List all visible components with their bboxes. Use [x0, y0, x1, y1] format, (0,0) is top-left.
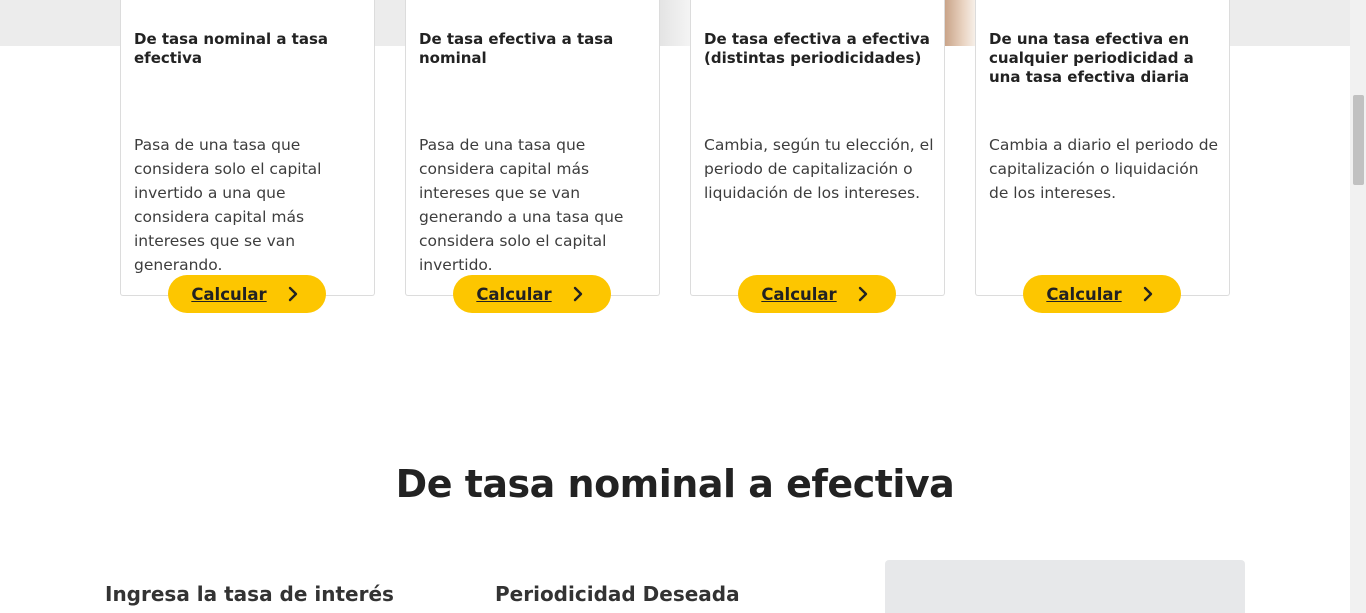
- calculate-button[interactable]: Calcular: [168, 275, 326, 313]
- calculator-card-effective-to-effective: De tasa efectiva a efectiva (distintas p…: [690, 0, 945, 313]
- calculate-button[interactable]: Calcular: [738, 275, 896, 313]
- calculate-button-label: Calcular: [1046, 284, 1122, 304]
- card-description: Pasa de una tasa que considera solo el c…: [134, 136, 322, 274]
- card-title: De una tasa efectiva en cualquier period…: [989, 30, 1194, 86]
- chevron-right-icon: [288, 286, 297, 302]
- interest-rate-label: Ingresa la tasa de interés: [105, 582, 394, 606]
- calculator-card-nominal-to-effective: De tasa nominal a tasa efectiva Pasa de …: [120, 0, 375, 313]
- calculate-button-label: Calcular: [191, 284, 267, 304]
- card-title: De tasa nominal a tasa efectiva: [134, 30, 329, 67]
- calculate-button-label: Calcular: [476, 284, 552, 304]
- page-scrollbar[interactable]: [1350, 0, 1366, 613]
- hero-photo-fragment: [660, 0, 690, 46]
- card-description: Cambia a diario el periodo de capitaliza…: [989, 136, 1219, 202]
- scrollbar-thumb[interactable]: [1353, 95, 1364, 185]
- desired-periodicity-label: Periodicidad Deseada: [495, 582, 740, 606]
- calculate-button-label: Calcular: [761, 284, 837, 304]
- calculator-card-effective-to-nominal: De tasa efectiva a tasa nominal Pasa de …: [405, 0, 660, 313]
- card-title: De tasa efectiva a tasa nominal: [419, 30, 614, 67]
- card-description: Cambia, según tu elección, el periodo de…: [704, 136, 934, 202]
- section-title: De tasa nominal a efectiva: [395, 462, 955, 506]
- chevron-right-icon: [573, 286, 582, 302]
- card-title: De tasa efectiva a efectiva (distintas p…: [704, 30, 930, 67]
- chevron-right-icon: [1143, 286, 1152, 302]
- hero-photo-fragment: [945, 0, 975, 46]
- calculate-button[interactable]: Calcular: [453, 275, 611, 313]
- card-description: Pasa de una tasa que considera capital m…: [419, 136, 624, 274]
- calculate-button[interactable]: Calcular: [1023, 275, 1181, 313]
- result-panel: [885, 560, 1245, 613]
- chevron-right-icon: [858, 286, 867, 302]
- calculator-card-effective-to-daily: De una tasa efectiva en cualquier period…: [975, 0, 1230, 313]
